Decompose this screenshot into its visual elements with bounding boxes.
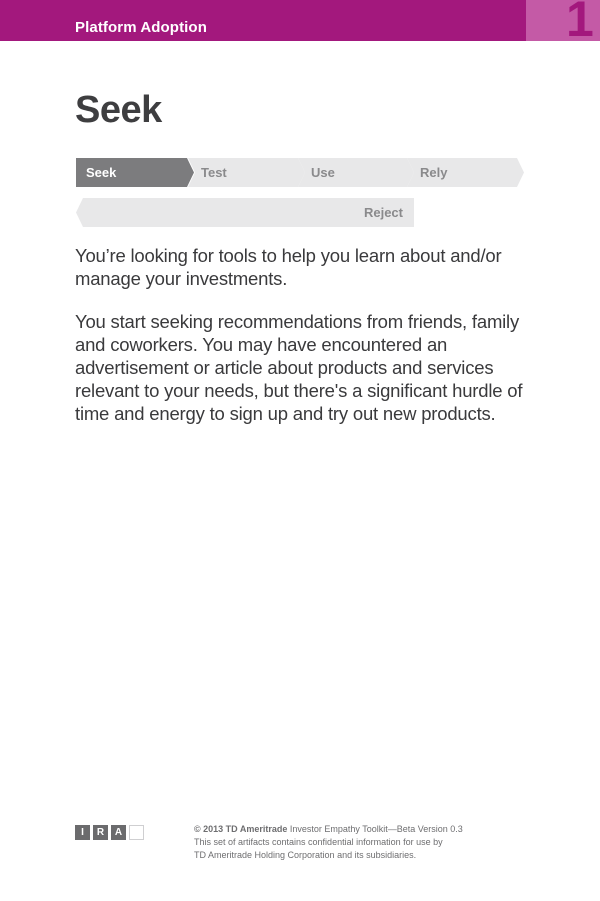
stage-label: Test [201,165,227,180]
stage-rely: Rely [407,158,524,187]
footer-legal: © 2013 TD Ameritrade Investor Empathy To… [194,823,514,862]
stage-label: Use [311,165,335,180]
section-title: Platform Adoption [75,19,207,36]
logo-blank-box [129,825,144,840]
page-number: 1 [566,0,594,41]
logo-letter: A [111,825,126,840]
page-title: Seek [75,89,162,131]
adoption-stages: Seek Test Use Rely Reject [76,158,526,228]
logo-letter: R [93,825,108,840]
description-paragraph: You’re looking for tools to help you lea… [75,245,502,289]
stage-seek: Seek [76,158,194,187]
footer-line-2: This set of artifacts contains confident… [194,837,443,847]
description-paragraph: You start seeking recommendations from f… [75,311,523,424]
footer-line-1: © 2013 TD Ameritrade Investor Empathy To… [194,823,514,836]
copyright: © 2013 TD Ameritrade [194,824,288,834]
footer-line-3: TD Ameritrade Holding Corporation and it… [194,850,417,860]
stage-label: Reject [363,205,403,220]
stage-use: Use [298,158,414,187]
description: You’re looking for tools to help you lea… [75,244,545,445]
page-number-tab: 1 [526,0,600,41]
ira-logo: I R A [75,825,144,840]
stage-reject: Reject [76,198,414,227]
stage-label: Rely [420,165,448,180]
header-bar: Platform Adoption 1 [0,0,600,41]
stage-label: Seek [86,165,117,180]
product-name: Investor Empathy Toolkit—Beta Version 0.… [287,824,463,834]
stage-test: Test [188,158,305,187]
logo-letter: I [75,825,90,840]
